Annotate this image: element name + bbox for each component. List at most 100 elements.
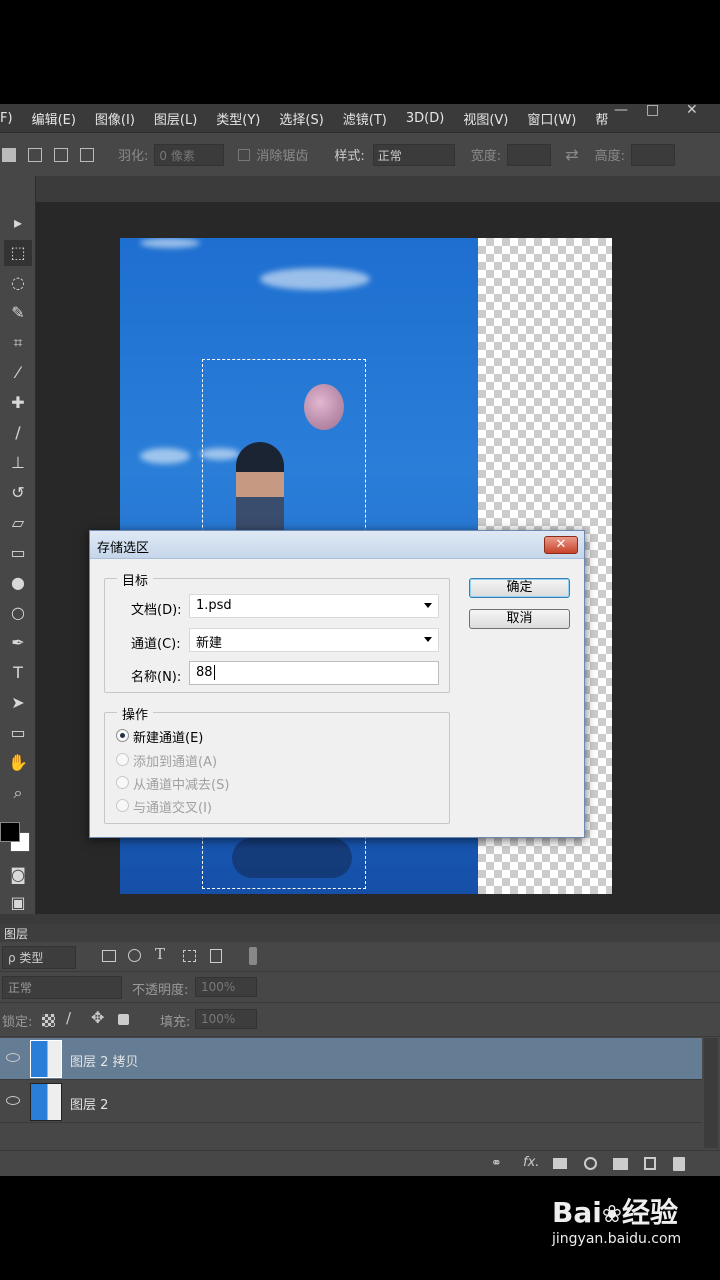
trash-icon[interactable] (673, 1157, 685, 1171)
quickmask-icon[interactable]: ◙ (4, 862, 32, 888)
menu-file[interactable]: F) (0, 111, 13, 126)
filter-shape-icon[interactable] (183, 950, 196, 962)
opacity-input[interactable]: 100% (195, 977, 257, 997)
hand-tool-icon[interactable]: ✋ (4, 750, 32, 776)
radio-add-channel[interactable] (116, 753, 129, 766)
history-brush-icon[interactable]: ↺ (4, 480, 32, 506)
menu-help[interactable]: 帮 (595, 109, 608, 128)
lock-position-icon[interactable]: ✥ (91, 1008, 104, 1027)
filter-toggle-icon[interactable] (249, 947, 257, 965)
cancel-button[interactable]: 取消 (469, 609, 570, 629)
watermark-brand-suffix: 经验 (621, 1196, 678, 1229)
height-input[interactable] (630, 143, 675, 166)
type-tool-icon[interactable]: T (4, 660, 32, 686)
add-mask-icon[interactable] (553, 1158, 567, 1169)
radio-new-channel[interactable] (116, 729, 129, 742)
document-select[interactable]: 1.psd (189, 594, 439, 618)
path-select-icon[interactable]: ➤ (4, 690, 32, 716)
move-tool-icon[interactable]: ▸ (4, 210, 32, 236)
crop-tool-icon[interactable]: ⌗ (4, 330, 32, 356)
dialog-titlebar: 存储选区 (90, 531, 584, 559)
filter-smart-icon[interactable] (210, 949, 222, 963)
lock-transparency-icon[interactable] (42, 1014, 55, 1027)
swap-icon[interactable]: ⇄ (565, 145, 578, 164)
visibility-eye-icon[interactable] (6, 1053, 20, 1062)
menu-filter[interactable]: 滤镜(T) (343, 109, 387, 128)
zoom-tool-icon[interactable]: ⌕ (4, 780, 32, 806)
name-input[interactable]: 88 (189, 661, 439, 685)
layers-tab[interactable]: 图层 (4, 925, 28, 942)
maximize-button[interactable]: □ (646, 102, 659, 122)
radio-intersect-channel[interactable] (116, 799, 129, 812)
layers-scrollbar[interactable] (704, 1038, 718, 1148)
eraser-tool-icon[interactable]: ▱ (4, 510, 32, 536)
feather-label: 羽化: (118, 149, 149, 164)
antialias-checkbox[interactable] (238, 148, 251, 161)
lock-image-icon[interactable]: ∕ (66, 1009, 71, 1027)
operation-legend: 操作 (117, 704, 154, 723)
quick-select-tool-icon[interactable]: ✎ (4, 300, 32, 326)
filter-type-icon[interactable]: T (155, 945, 165, 963)
menu-select[interactable]: 选择(S) (279, 109, 323, 128)
menu-edit[interactable]: 编辑(E) (32, 109, 76, 128)
new-layer-icon[interactable] (644, 1157, 656, 1170)
chevron-down-icon (424, 637, 432, 642)
lasso-tool-icon[interactable]: ◌ (4, 270, 32, 296)
dodge-tool-icon[interactable]: ○ (4, 600, 32, 626)
menu-3d[interactable]: 3D(D) (406, 111, 444, 126)
layer-row[interactable]: 图层 2 (0, 1081, 702, 1123)
blur-tool-icon[interactable]: ● (4, 570, 32, 596)
filter-adjust-icon[interactable] (128, 949, 141, 962)
window-close-button[interactable]: ✕ (686, 102, 698, 122)
name-label: 名称(N): (131, 670, 182, 685)
menu-view[interactable]: 视图(V) (463, 109, 508, 128)
layer-thumbnail (30, 1083, 62, 1121)
menu-image[interactable]: 图像(I) (95, 109, 135, 128)
antialias-label: 消除锯齿 (256, 149, 309, 164)
intersect-selection-icon[interactable] (80, 147, 94, 162)
marquee-tool-icon[interactable]: ⬚ (4, 240, 32, 266)
adjustment-layer-icon[interactable] (584, 1157, 597, 1170)
new-group-icon[interactable] (613, 1158, 628, 1170)
width-input[interactable] (507, 143, 552, 166)
screen-mode-icon[interactable]: ▣ (4, 890, 32, 916)
document-value: 1.psd (196, 598, 232, 613)
name-value: 88 (196, 665, 213, 680)
visibility-eye-icon[interactable] (6, 1096, 20, 1105)
style-label: 样式: (334, 149, 365, 164)
lock-all-icon[interactable] (118, 1014, 129, 1025)
fill-input[interactable]: 100% (195, 1009, 257, 1029)
feather-input[interactable]: 0 像素 (154, 143, 225, 166)
filter-image-icon[interactable] (102, 950, 116, 962)
menu-window[interactable]: 窗口(W) (527, 109, 576, 128)
radio-subtract-channel[interactable] (116, 776, 129, 789)
new-selection-icon[interactable] (2, 147, 16, 162)
eyedropper-tool-icon[interactable]: ⁄ (4, 360, 32, 386)
style-select[interactable]: 正常 (372, 143, 455, 166)
width-label: 宽度: (470, 149, 502, 164)
filter-kind-select[interactable]: ρ 类型 (2, 946, 76, 969)
op-subtract-channel-label: 从通道中减去(S) (133, 778, 230, 793)
add-selection-icon[interactable] (28, 147, 42, 162)
pen-tool-icon[interactable]: ✒ (4, 630, 32, 656)
blend-mode-select[interactable]: 正常 (2, 976, 122, 999)
minimize-button[interactable]: — (614, 102, 628, 122)
menu-type[interactable]: 类型(Y) (216, 109, 260, 128)
subtract-selection-icon[interactable] (54, 147, 68, 162)
stamp-tool-icon[interactable]: ⊥ (4, 450, 32, 476)
rectangle-tool-icon[interactable]: ▭ (4, 720, 32, 746)
gradient-tool-icon[interactable]: ▭ (4, 540, 32, 566)
channel-select[interactable]: 新建 (189, 628, 439, 652)
menu-layer[interactable]: 图层(L) (154, 109, 197, 128)
link-layers-icon[interactable]: ⚭ (491, 1156, 502, 1171)
foreground-color-swatch[interactable] (0, 822, 20, 842)
layer-row[interactable]: 图层 2 拷贝 (0, 1038, 702, 1080)
layers-panel: ρ 类型 T 正常 不透明度: 100% 锁定: ∕ ✥ 填充: 100% 图层… (0, 942, 720, 1174)
healing-tool-icon[interactable]: ✚ (4, 390, 32, 416)
fx-icon[interactable]: fx. (523, 1155, 539, 1170)
brush-tool-icon[interactable]: ∕ (4, 420, 32, 446)
lock-label: 锁定: (2, 1015, 33, 1030)
dialog-close-button[interactable]: ✕ (544, 536, 578, 554)
ok-button[interactable]: 确定 (469, 578, 570, 598)
document-tab-strip (36, 176, 720, 202)
